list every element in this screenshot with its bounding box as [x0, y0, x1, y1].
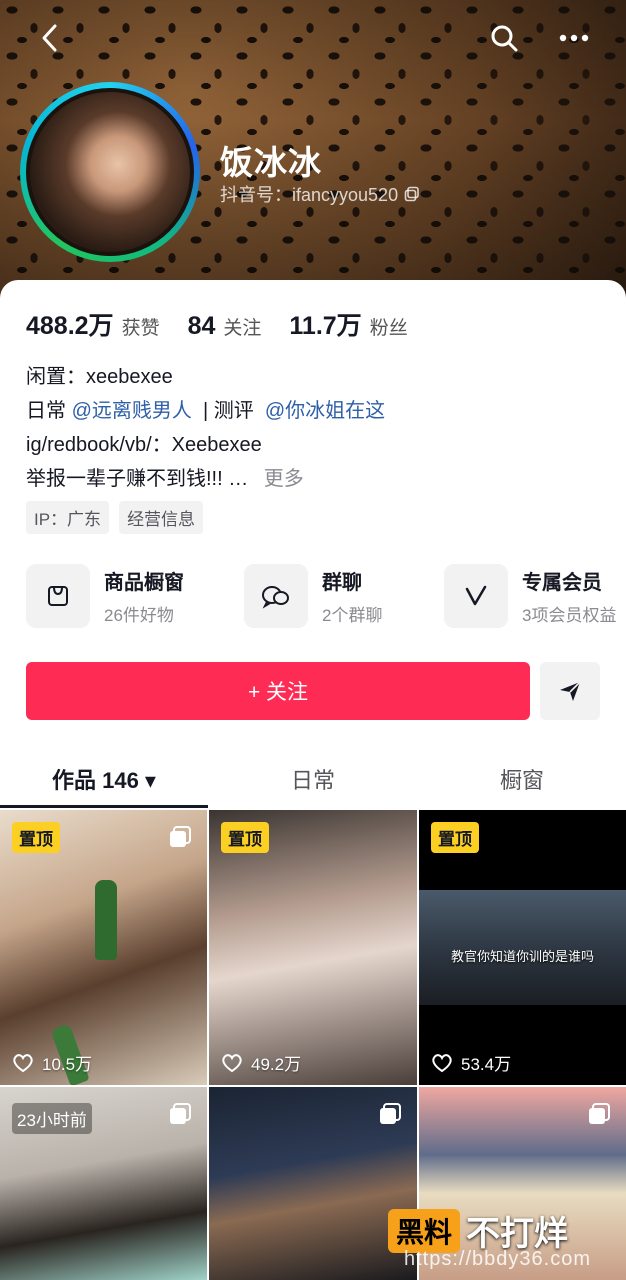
services-row: 商品橱窗 26件好物 群聊 2个群聊 专属会员 3项会员权益	[26, 564, 626, 630]
ip-location-tag: IP：广东	[26, 501, 110, 534]
pinned-badge: 置顶	[431, 822, 479, 853]
like-count: 49.2万	[221, 1050, 301, 1075]
content-tabs: 作品 146 ▾ 日常 橱窗	[0, 750, 626, 808]
more-options-button[interactable]	[554, 18, 594, 58]
heart-icon	[432, 1053, 452, 1072]
follow-button-label: + 关注	[247, 681, 309, 704]
service-title: 专属会员	[522, 572, 602, 594]
bio-line: 举报一辈子赚不到钱!!! … 更多	[26, 462, 385, 496]
bag-icon	[48, 586, 68, 606]
like-count-text: 49.2万	[251, 1055, 302, 1074]
multi-image-icon	[170, 826, 191, 847]
send-icon	[560, 681, 581, 701]
service-subtitle: 26件好物	[104, 606, 174, 625]
mention-link[interactable]: @你冰姐在这	[265, 400, 385, 422]
bio-line: 闲置：xeebexee	[26, 366, 173, 388]
stat-label: 关注	[223, 318, 262, 339]
video-tile[interactable]: 置顶 10.5万	[0, 810, 207, 1085]
heart-icon	[222, 1053, 242, 1072]
video-tile[interactable]: 置顶 49.2万	[209, 810, 417, 1085]
posted-time-badge: 23小时前	[12, 1103, 92, 1134]
video-tile[interactable]	[209, 1087, 417, 1280]
service-subtitle: 2个群聊	[322, 606, 383, 625]
business-info-tag[interactable]: 经营信息	[119, 501, 204, 534]
like-count: 53.4万	[431, 1050, 511, 1075]
bio-line: ig/redbook/vb/：Xeebexee	[26, 434, 262, 456]
service-icon-box	[444, 564, 508, 628]
watermark-url: https://bbdy36.com	[404, 1248, 591, 1270]
active-tab-indicator	[0, 805, 208, 808]
share-button[interactable]	[540, 662, 600, 720]
service-title: 群聊	[322, 572, 362, 594]
stat-value: 11.7万	[289, 312, 362, 340]
v-icon	[465, 585, 487, 606]
like-count: 10.5万	[12, 1050, 92, 1075]
video-tile[interactable]: 23小时前	[0, 1087, 207, 1280]
tab-works[interactable]: 作品 146 ▾	[0, 750, 208, 808]
stat-following[interactable]: 84 关注	[188, 312, 262, 341]
bio-text: 日常	[26, 400, 66, 422]
profile-screen: 饭冰冰 抖音号：ifancyyou520 488.2万 获赞 84 关注 11.…	[0, 0, 626, 1280]
bio: 闲置：xeebexee 日常 @远离贱男人 | 测评 @你冰姐在这 ig/red…	[26, 360, 385, 496]
bio-text: | 测评	[197, 400, 260, 422]
chat-bubbles-icon	[262, 586, 289, 609]
multi-image-icon	[170, 1103, 191, 1124]
like-count-text: 10.5万	[42, 1055, 93, 1074]
copy-icon[interactable]	[404, 186, 420, 202]
service-subtitle: 3项会员权益	[522, 606, 617, 625]
bio-text: 举报一辈子赚不到钱!!! …	[26, 468, 249, 490]
follow-button[interactable]: + 关注	[26, 662, 530, 720]
multi-image-icon	[589, 1103, 610, 1124]
bottle-shape	[95, 880, 117, 960]
service-icon-box	[244, 564, 308, 628]
stat-value: 488.2万	[26, 312, 114, 340]
avatar-image	[26, 88, 194, 256]
watermark-logo: 黑料	[388, 1208, 461, 1253]
stat-followers[interactable]: 11.7万 粉丝	[289, 306, 407, 342]
stat-label: 粉丝	[369, 318, 408, 339]
heart-icon	[13, 1053, 33, 1072]
tab-daily[interactable]: 日常	[208, 750, 418, 808]
bio-more-link[interactable]: 更多	[264, 468, 304, 490]
like-count-text: 53.4万	[461, 1055, 512, 1074]
service-group-chat[interactable]: 群聊 2个群聊	[244, 564, 382, 628]
tags-row: IP：广东 经营信息	[26, 501, 204, 534]
search-button[interactable]	[484, 18, 524, 58]
douyin-id: 抖音号：ifancyyou520	[220, 185, 399, 205]
video-caption: 教官你知道你训的是谁吗	[450, 949, 594, 964]
multi-image-icon	[380, 1103, 401, 1124]
stat-likes[interactable]: 488.2万 获赞	[26, 306, 160, 342]
back-arrow-icon	[42, 24, 57, 52]
mention-link[interactable]: @远离贱男人	[72, 400, 192, 422]
stat-label: 获赞	[121, 318, 160, 339]
search-icon	[491, 25, 518, 52]
service-membership[interactable]: 专属会员 3项会员权益	[444, 564, 616, 628]
service-icon-box	[26, 564, 90, 628]
video-tile[interactable]: 置顶 教官你知道你训的是谁吗 53.4万	[419, 810, 626, 1085]
avatar[interactable]	[20, 82, 200, 262]
stat-value: 84	[187, 312, 216, 340]
more-dots-icon	[559, 34, 589, 42]
pinned-badge: 置顶	[221, 822, 269, 853]
tab-showcase[interactable]: 橱窗	[418, 750, 626, 808]
nickname: 饭冰冰	[220, 144, 322, 181]
stats-row: 488.2万 获赞 84 关注 11.7万 粉丝	[26, 306, 436, 342]
bio-line: 日常 @远离贱男人 | 测评 @你冰姐在这	[26, 394, 385, 428]
douyin-id-row[interactable]: 抖音号：ifancyyou520	[220, 181, 420, 207]
back-button[interactable]	[30, 18, 70, 58]
pinned-badge: 置顶	[12, 822, 60, 853]
service-title: 商品橱窗	[104, 572, 184, 594]
service-shop-window[interactable]: 商品橱窗 26件好物	[26, 564, 184, 628]
